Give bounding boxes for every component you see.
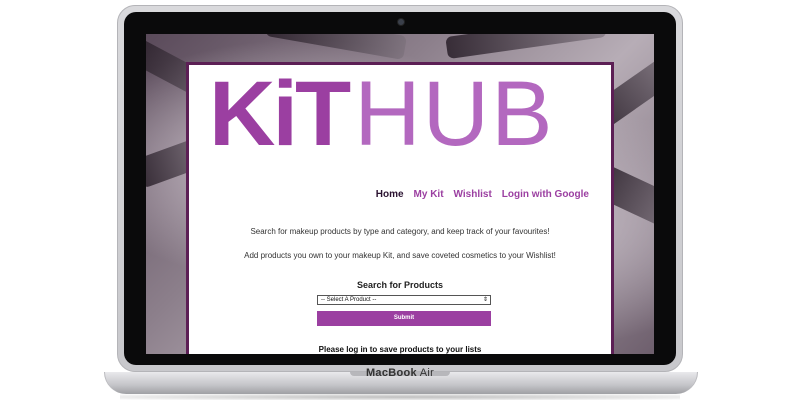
camera-icon [397, 18, 405, 26]
search-heading: Search for Products [356, 280, 444, 290]
background-brush [264, 34, 408, 60]
product-select[interactable]: -- Select A Product -- ⇕ [317, 295, 491, 305]
device-brand: MacBook [365, 367, 417, 379]
nav-wishlist[interactable]: Wishlist [454, 189, 492, 200]
select-arrows-icon: ⇕ [482, 297, 488, 303]
logo-hub: HUB [354, 63, 555, 165]
laptop-shadow [120, 394, 680, 400]
product-select-value: -- Select A Product -- [321, 297, 377, 303]
nav-home[interactable]: Home [376, 189, 404, 200]
nav-login-google[interactable]: Login with Google [502, 189, 589, 200]
device-label: MacBook Air [0, 367, 800, 379]
logo-kit: KiT [209, 63, 351, 165]
kithub-logo[interactable]: KiT HUB [209, 68, 599, 160]
main-nav: Home My Kit Wishlist Login with Google [376, 189, 589, 200]
screen: KiT HUB Home My Kit Wishlist Login with … [146, 34, 654, 354]
device-model: Air [419, 367, 435, 379]
intro-text-2: Add products you own to your makeup Kit,… [244, 251, 556, 260]
submit-button[interactable]: Submit [317, 311, 491, 326]
login-note: Please log in to save products to your l… [318, 345, 482, 354]
intro-text-1: Search for makeup products by type and c… [250, 227, 550, 236]
page-card: KiT HUB Home My Kit Wishlist Login with … [186, 62, 614, 354]
background-brush [445, 34, 607, 60]
nav-my-kit[interactable]: My Kit [414, 189, 444, 200]
